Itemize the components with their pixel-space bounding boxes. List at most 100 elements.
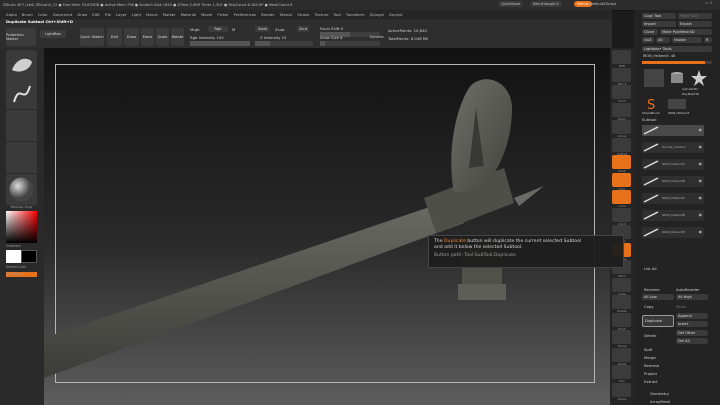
tool-slider[interactable] (642, 61, 712, 64)
shelf-polyf-button[interactable] (612, 312, 631, 327)
menu-tool[interactable]: Tool (333, 12, 340, 17)
subtool-row[interactable]: Handle_Subtool ◉ (642, 142, 704, 153)
alpha-thumbnail[interactable] (6, 110, 37, 141)
copy-tool-button[interactable]: Copy Tool (642, 13, 676, 19)
zadd-button[interactable]: Zadd (255, 26, 270, 32)
visibility-eye-icon[interactable]: ◉ (699, 127, 703, 132)
texture-thumbnail[interactable] (6, 142, 37, 173)
brush-thumbnail[interactable] (6, 50, 37, 81)
draw-size-track[interactable] (320, 41, 380, 46)
subtool-row[interactable]: IRON_HalberdB ◉ (642, 176, 704, 187)
rename-button[interactable]: Rename (644, 287, 660, 292)
menu-material[interactable]: Material (181, 12, 196, 17)
all-high-button[interactable]: All High (676, 294, 708, 300)
subtool-row[interactable]: IRON_HalberdE ◉ (642, 227, 704, 238)
shelf-ghost-button[interactable] (612, 347, 631, 362)
mrgb-label[interactable]: Mrgb (190, 27, 200, 32)
menu-transform[interactable]: Transform (346, 12, 365, 17)
visibility-eye-icon[interactable]: ◉ (699, 229, 703, 234)
zcut-button[interactable]: Zcut (297, 26, 309, 32)
remesh-button[interactable]: Remesh (644, 363, 659, 368)
menu-stroke[interactable]: Stroke (297, 12, 309, 17)
del-other-button[interactable]: Del Other (676, 330, 708, 336)
paste-tool-button[interactable]: Paste Tool (678, 13, 712, 19)
shelf-aahalf-button[interactable] (612, 137, 631, 152)
draw-size-slider[interactable]: Draw Size 8 (320, 35, 343, 40)
shelf-rotate-button[interactable] (612, 295, 631, 309)
subtool-header[interactable]: Subtool (642, 117, 656, 122)
visibility-eye-icon[interactable]: ◉ (699, 144, 703, 149)
switch-color-button[interactable]: SwitchColor (6, 265, 37, 269)
menu-zscript[interactable]: Zscript (389, 12, 402, 17)
insert-button[interactable]: Insert (676, 321, 708, 327)
shelf-persp-button[interactable] (612, 155, 631, 169)
menu-texture[interactable]: Texture (315, 12, 329, 17)
halberd-model[interactable] (44, 48, 610, 405)
quick-sketch-button[interactable]: Quick Sketch (80, 28, 104, 46)
shelf-xpose-button[interactable] (612, 382, 631, 397)
menu-layer[interactable]: Layer (116, 12, 127, 17)
menu-document[interactable]: Document (53, 12, 73, 17)
visibility-eye-icon[interactable]: ◉ (699, 161, 703, 166)
shelf-scroll-button[interactable] (612, 85, 631, 99)
all-button[interactable]: All (656, 37, 670, 43)
r-button[interactable]: R (704, 37, 712, 43)
import-button[interactable]: Import (642, 21, 676, 27)
menu-macro[interactable]: Macro (146, 12, 158, 17)
export-button[interactable]: Export (678, 21, 712, 27)
menu-movie[interactable]: Movie (201, 12, 212, 17)
subtool-row[interactable]: IRON_HalberdC ◉ (642, 193, 704, 204)
menu-color[interactable]: Color (38, 12, 48, 17)
menu-preferences[interactable]: Preferences (234, 12, 256, 17)
secondary-color-swatch[interactable] (21, 250, 37, 263)
lightbox-tools-button[interactable]: Lightbox• Tools (642, 46, 712, 52)
visibility-eye-icon[interactable]: ◉ (699, 195, 703, 200)
gradient-label[interactable]: Gradient (6, 244, 37, 248)
shelf-transp-button[interactable] (612, 330, 631, 344)
autoreorder-button[interactable]: AutoReorder (676, 287, 700, 292)
del-all-button[interactable]: Del All (676, 338, 708, 344)
shelf-zoom-button[interactable] (612, 102, 631, 117)
z-intensity-track[interactable] (255, 41, 313, 46)
tool-thumb-cylinder[interactable] (668, 69, 686, 87)
delete-button[interactable]: Delete (644, 333, 656, 338)
shelf-solo-button[interactable] (612, 365, 631, 379)
projection-master-button[interactable]: Projection Master (6, 28, 36, 46)
goz-button[interactable]: GoZ (642, 37, 654, 43)
tool-thumb-polymesh[interactable] (690, 69, 708, 87)
rgb-intensity-track[interactable] (190, 41, 250, 46)
visibility-eye-icon[interactable]: ◉ (699, 178, 703, 183)
shelf-bpr-button[interactable] (612, 50, 631, 64)
shelf-floor-button[interactable] (612, 172, 631, 187)
m-label[interactable]: M (232, 27, 235, 32)
lightbox-button[interactable]: LightBox (40, 30, 66, 38)
duplicate-button[interactable]: Duplicate (642, 315, 674, 327)
project-button[interactable]: Project (644, 371, 657, 376)
tool-thumb-halberd[interactable] (668, 99, 686, 109)
rgb-button[interactable]: Rgb (208, 26, 228, 32)
shelf-actual-button[interactable] (612, 120, 631, 134)
menu-alpha[interactable]: Alpha (6, 12, 17, 17)
focal-shift-slider[interactable]: Focal Shift 0 (320, 26, 343, 31)
scale-button[interactable]: Scale (156, 28, 169, 46)
window-controls[interactable]: ▭ ✕ (705, 1, 713, 5)
visible-button[interactable]: Visible (672, 37, 702, 43)
default-script-button[interactable]: DefaultZScript (590, 2, 616, 6)
tool-thumb-current[interactable] (644, 69, 664, 87)
shelf-scale-button[interactable] (612, 277, 631, 292)
rotate-button[interactable]: Rotate (171, 28, 184, 46)
rgb-intensity-slider[interactable]: Rgb Intensity 100 (190, 35, 224, 40)
quicksave-button[interactable]: QuickSave (498, 1, 523, 7)
tool-thumb-simplebrush[interactable]: S (644, 97, 658, 113)
subtool-row[interactable]: ◉ (642, 125, 704, 136)
extract-button[interactable]: Extract (644, 379, 658, 384)
subtool-row[interactable]: IRON_HalberdA ◉ (642, 159, 704, 170)
subtool-row[interactable]: IRON_HalberdD ◉ (642, 210, 704, 221)
color-picker[interactable] (6, 211, 37, 243)
alternate-button[interactable]: Alternate (6, 272, 37, 277)
copy-button[interactable]: Copy (644, 304, 654, 309)
move-button[interactable]: Move (141, 28, 154, 46)
menu-stencil[interactable]: Stencil (280, 12, 293, 17)
menu-file[interactable]: File (105, 12, 111, 17)
paste-button[interactable]: Paste (676, 304, 686, 309)
